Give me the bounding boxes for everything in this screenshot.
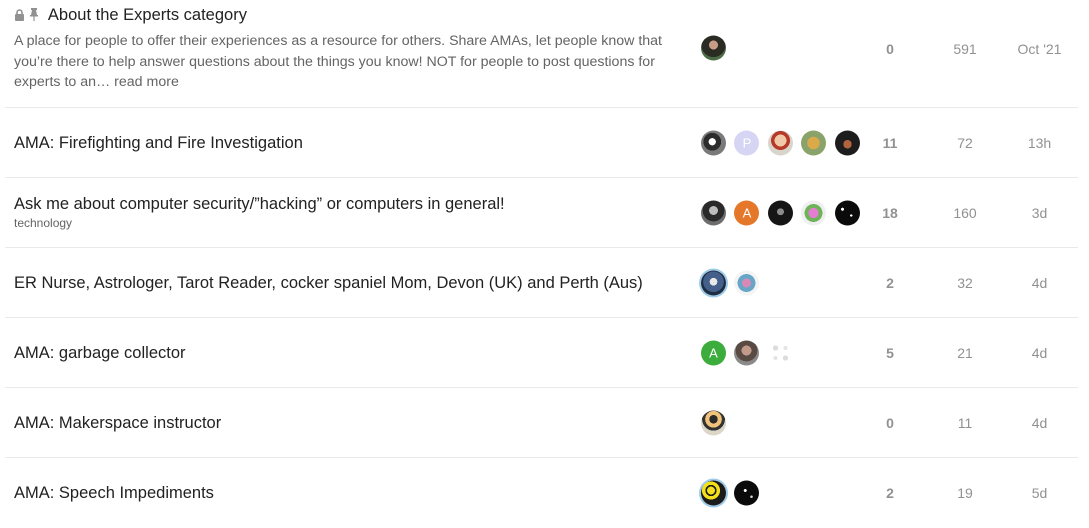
topic-main: AMA: Speech Impediments: [14, 484, 684, 503]
lock-icon: [15, 8, 24, 21]
replies-count[interactable]: 5: [865, 345, 915, 361]
topic-posters: [701, 410, 730, 435]
topic-title-link[interactable]: Ask me about computer security/”hacking”…: [14, 195, 505, 213]
avatar[interactable]: [701, 410, 726, 435]
avatar[interactable]: [767, 130, 793, 155]
topic-row[interactable]: AMA: garbage collector A 5 21 4d: [5, 318, 1078, 388]
topic-main: About the Experts category A place for p…: [14, 6, 684, 93]
replies-count[interactable]: 2: [865, 275, 915, 291]
views-count: 19: [957, 485, 973, 501]
avatar[interactable]: [701, 130, 726, 155]
activity-date[interactable]: 4d: [1012, 415, 1067, 431]
replies-count[interactable]: 0: [865, 41, 915, 57]
activity-date[interactable]: 4d: [1012, 275, 1067, 291]
activity-date[interactable]: Oct '21: [1012, 41, 1067, 57]
activity-date[interactable]: 3d: [1012, 205, 1067, 221]
topic-status-icons: [14, 6, 39, 24]
avatar[interactable]: [734, 480, 760, 506]
avatar[interactable]: [834, 200, 860, 225]
topic-title-link[interactable]: AMA: Speech Impediments: [14, 484, 214, 502]
topic-posters: [701, 270, 763, 295]
topic-row[interactable]: AMA: Speech Impediments 2 19 5d: [5, 458, 1078, 528]
replies-count[interactable]: 18: [865, 205, 915, 221]
avatar[interactable]: [801, 200, 827, 225]
avatar[interactable]: [701, 35, 726, 61]
avatar[interactable]: [767, 340, 793, 365]
replies-count[interactable]: 2: [865, 485, 915, 501]
avatar-letter-a[interactable]: A: [734, 200, 760, 225]
topic-posters: [701, 35, 730, 61]
avatar[interactable]: [701, 200, 726, 225]
avatar[interactable]: [701, 480, 726, 506]
topic-posters: A: [701, 340, 797, 365]
topic-row[interactable]: AMA: Makerspace instructor 0 11 4d: [5, 388, 1078, 458]
activity-date[interactable]: 4d: [1012, 345, 1067, 361]
topic-tag[interactable]: technology: [14, 216, 684, 230]
topic-title-link[interactable]: AMA: garbage collector: [14, 344, 186, 362]
views-count: 591: [953, 41, 977, 57]
topic-row[interactable]: About the Experts category A place for p…: [5, 0, 1078, 108]
views-count: 11: [957, 414, 973, 431]
topic-posters: P: [701, 130, 864, 155]
topic-posters: [701, 480, 763, 506]
activity-date[interactable]: 5d: [1012, 485, 1067, 501]
avatar[interactable]: [701, 270, 726, 295]
topic-main: AMA: Makerspace instructor: [14, 414, 684, 433]
topic-excerpt: A place for people to offer their experi…: [14, 31, 684, 93]
views-count: 32: [957, 274, 973, 291]
views-count: 72: [957, 134, 973, 151]
avatar[interactable]: [801, 130, 827, 155]
topic-row[interactable]: Ask me about computer security/”hacking”…: [5, 178, 1078, 248]
avatar[interactable]: [734, 340, 760, 365]
topic-excerpt-text: A place for people to offer their experi…: [14, 33, 663, 90]
topic-title-link[interactable]: About the Experts category: [48, 6, 247, 24]
topic-main: AMA: Firefighting and Fire Investigation: [14, 134, 684, 153]
activity-date[interactable]: 13h: [1012, 135, 1067, 151]
views-count: 160: [953, 204, 977, 221]
topic-posters: A: [701, 200, 864, 225]
read-more-link[interactable]: read more: [114, 74, 179, 90]
replies-count[interactable]: 0: [865, 415, 915, 431]
avatar[interactable]: [734, 270, 760, 295]
topic-main: Ask me about computer security/”hacking”…: [14, 195, 684, 230]
avatar-letter-p[interactable]: P: [734, 130, 760, 155]
avatar-letter-a[interactable]: A: [701, 340, 726, 365]
avatar[interactable]: [767, 200, 793, 225]
topic-main: AMA: garbage collector: [14, 344, 684, 363]
topic-row[interactable]: ER Nurse, Astrologer, Tarot Reader, cock…: [5, 248, 1078, 318]
avatar[interactable]: [834, 130, 860, 155]
topic-row[interactable]: AMA: Firefighting and Fire Investigation…: [5, 108, 1078, 178]
topic-title-link[interactable]: AMA: Makerspace instructor: [14, 414, 221, 432]
pin-icon: [30, 8, 39, 22]
topic-title-link[interactable]: ER Nurse, Astrologer, Tarot Reader, cock…: [14, 274, 643, 292]
replies-count[interactable]: 11: [865, 135, 915, 151]
topic-title-link[interactable]: AMA: Firefighting and Fire Investigation: [14, 134, 303, 152]
topic-main: ER Nurse, Astrologer, Tarot Reader, cock…: [14, 274, 684, 293]
views-count: 21: [957, 344, 973, 361]
topic-list: About the Experts category A place for p…: [0, 0, 1089, 528]
